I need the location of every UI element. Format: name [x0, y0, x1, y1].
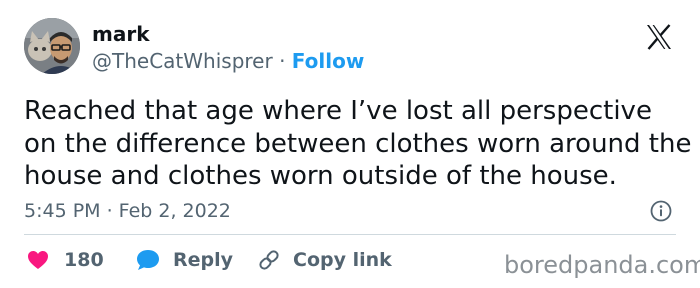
- tweet-line: on the difference between clothes worn a…: [24, 128, 692, 159]
- tweet-timestamp[interactable]: 5:45 PM · Feb 2, 2022: [24, 199, 231, 223]
- author-display-name[interactable]: mark: [92, 22, 150, 46]
- x-logo-icon[interactable]: [644, 22, 674, 52]
- avatar[interactable]: [24, 18, 80, 74]
- watermark: boredpanda.com: [504, 251, 700, 279]
- copy-link-label: Copy link: [293, 249, 392, 271]
- link-icon: [259, 250, 279, 270]
- reply-label: Reply: [173, 249, 234, 271]
- speech-bubble-icon: [137, 250, 159, 270]
- avatar-image: [24, 18, 80, 74]
- tweet-line: Reached that age where I’ve lost all per…: [24, 96, 652, 126]
- info-icon[interactable]: [650, 200, 672, 222]
- author-handle-row: @TheCatWhisprer · Follow: [92, 49, 364, 73]
- divider: [24, 234, 676, 235]
- like-button[interactable]: 180: [26, 246, 104, 274]
- tweet-line: house and clothes worn outside of the ho…: [24, 161, 617, 191]
- like-count: 180: [64, 249, 104, 271]
- reply-button[interactable]: Reply: [135, 246, 233, 274]
- follow-button[interactable]: Follow: [292, 49, 365, 73]
- author-handle[interactable]: @TheCatWhisprer: [92, 49, 273, 73]
- copy-link-button[interactable]: Copy link: [257, 246, 392, 274]
- handle-separator: ·: [279, 49, 286, 73]
- tweet-text: Reached that age where I’ve lost all per…: [24, 95, 692, 193]
- heart-icon: [28, 251, 48, 269]
